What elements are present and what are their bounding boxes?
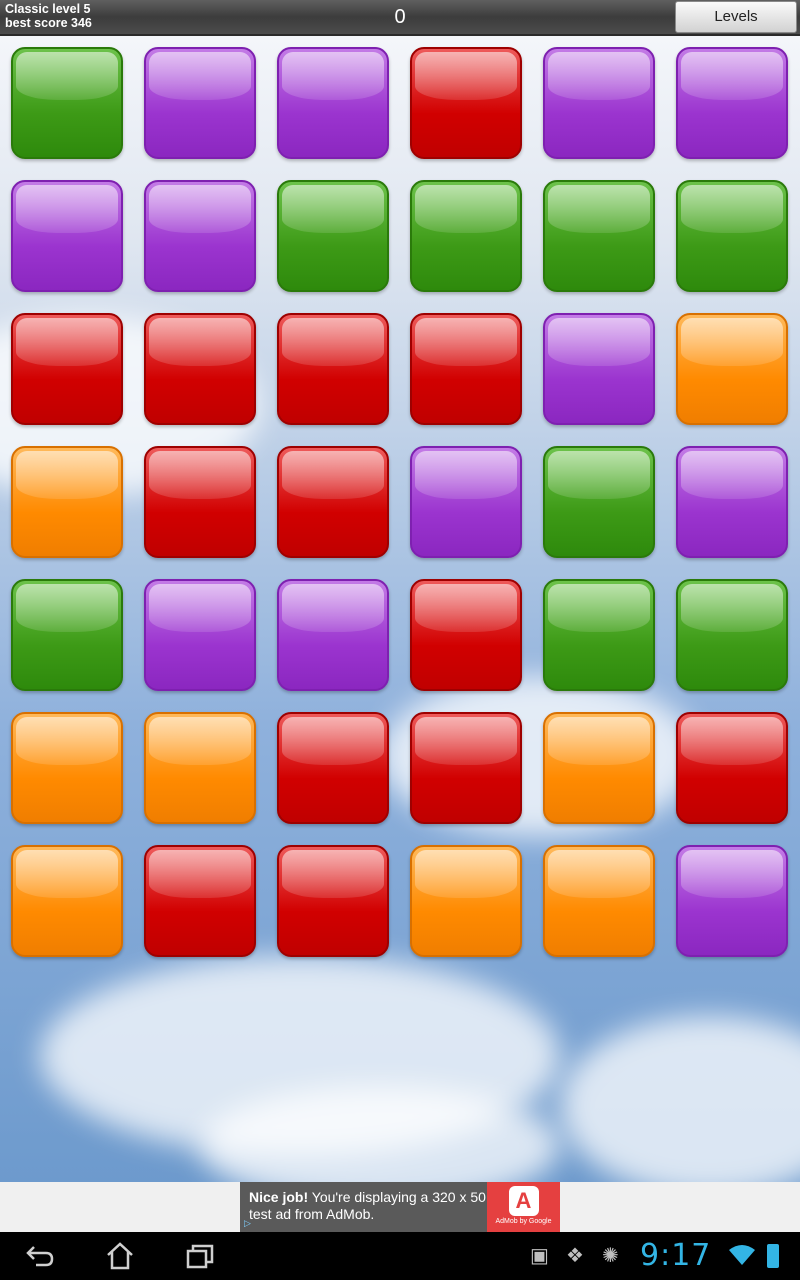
purple-tile[interactable] — [144, 180, 256, 292]
levels-button[interactable]: Levels — [675, 1, 797, 33]
red-tile[interactable] — [410, 47, 522, 159]
green-tile[interactable] — [543, 579, 655, 691]
purple-tile[interactable] — [543, 313, 655, 425]
gallery-icon: ▣ — [530, 1245, 549, 1267]
tile-row — [11, 446, 791, 558]
purple-tile[interactable] — [144, 579, 256, 691]
green-tile[interactable] — [676, 180, 788, 292]
purple-tile[interactable] — [676, 446, 788, 558]
red-tile[interactable] — [410, 313, 522, 425]
home-icon[interactable] — [104, 1241, 136, 1271]
red-tile[interactable] — [144, 313, 256, 425]
sky-cloud — [560, 1016, 800, 1182]
battery-icon — [767, 1244, 779, 1268]
orange-tile[interactable] — [11, 712, 123, 824]
wifi-icon — [728, 1244, 756, 1272]
orange-tile[interactable] — [11, 845, 123, 957]
red-tile[interactable] — [277, 313, 389, 425]
red-tile[interactable] — [676, 712, 788, 824]
purple-tile[interactable] — [676, 47, 788, 159]
green-tile[interactable] — [543, 446, 655, 558]
ad-banner[interactable]: Nice job! You're displaying a 320 x 50 t… — [240, 1182, 560, 1232]
tile-row — [11, 313, 791, 425]
orange-tile[interactable] — [676, 313, 788, 425]
purple-tile[interactable] — [277, 47, 389, 159]
status-clock: 9:17 — [640, 1238, 712, 1273]
orange-tile[interactable] — [11, 446, 123, 558]
green-tile[interactable] — [410, 180, 522, 292]
tile-row — [11, 579, 791, 691]
red-tile[interactable] — [144, 446, 256, 558]
purple-tile[interactable] — [543, 47, 655, 159]
orange-tile[interactable] — [543, 845, 655, 957]
recents-icon[interactable] — [184, 1241, 216, 1271]
purple-tile[interactable] — [144, 47, 256, 159]
tile-row — [11, 47, 791, 159]
tile-grid — [11, 47, 791, 978]
red-tile[interactable] — [277, 845, 389, 957]
purple-tile[interactable] — [277, 579, 389, 691]
purple-tile[interactable] — [11, 180, 123, 292]
tile-row — [11, 845, 791, 957]
back-icon[interactable] — [24, 1241, 56, 1271]
green-tile[interactable] — [11, 47, 123, 159]
red-tile[interactable] — [410, 712, 522, 824]
game-board-area — [0, 36, 800, 1182]
admob-logo-text: AdMob by Google — [495, 1218, 552, 1225]
ad-text: Nice job! You're displaying a 320 x 50 t… — [249, 1189, 489, 1223]
red-tile[interactable] — [11, 313, 123, 425]
orange-tile[interactable] — [543, 712, 655, 824]
red-tile[interactable] — [144, 845, 256, 957]
admob-logo-icon: A — [508, 1186, 539, 1216]
ad-headline: Nice job! — [249, 1189, 309, 1205]
system-nav-bar: ▣ ❖ ✺ 9:17 — [0, 1232, 800, 1280]
green-tile[interactable] — [543, 180, 655, 292]
tile-row — [11, 180, 791, 292]
purple-tile[interactable] — [410, 446, 522, 558]
orange-tile[interactable] — [410, 845, 522, 957]
orange-tile[interactable] — [144, 712, 256, 824]
bug-icon: ❖ — [566, 1245, 584, 1267]
green-tile[interactable] — [11, 579, 123, 691]
top-bar: Classic level 5 best score 346 0 Levels — [0, 0, 800, 36]
ninja-icon: ✺ — [602, 1245, 619, 1267]
purple-tile[interactable] — [676, 845, 788, 957]
ad-choices-icon[interactable]: ▷ — [244, 1218, 251, 1229]
green-tile[interactable] — [277, 180, 389, 292]
green-tile[interactable] — [676, 579, 788, 691]
red-tile[interactable] — [277, 446, 389, 558]
red-tile[interactable] — [277, 712, 389, 824]
tile-row — [11, 712, 791, 824]
ad-strip: Nice job! You're displaying a 320 x 50 t… — [0, 1182, 800, 1232]
admob-logo: A AdMob by Google — [487, 1182, 560, 1232]
red-tile[interactable] — [410, 579, 522, 691]
